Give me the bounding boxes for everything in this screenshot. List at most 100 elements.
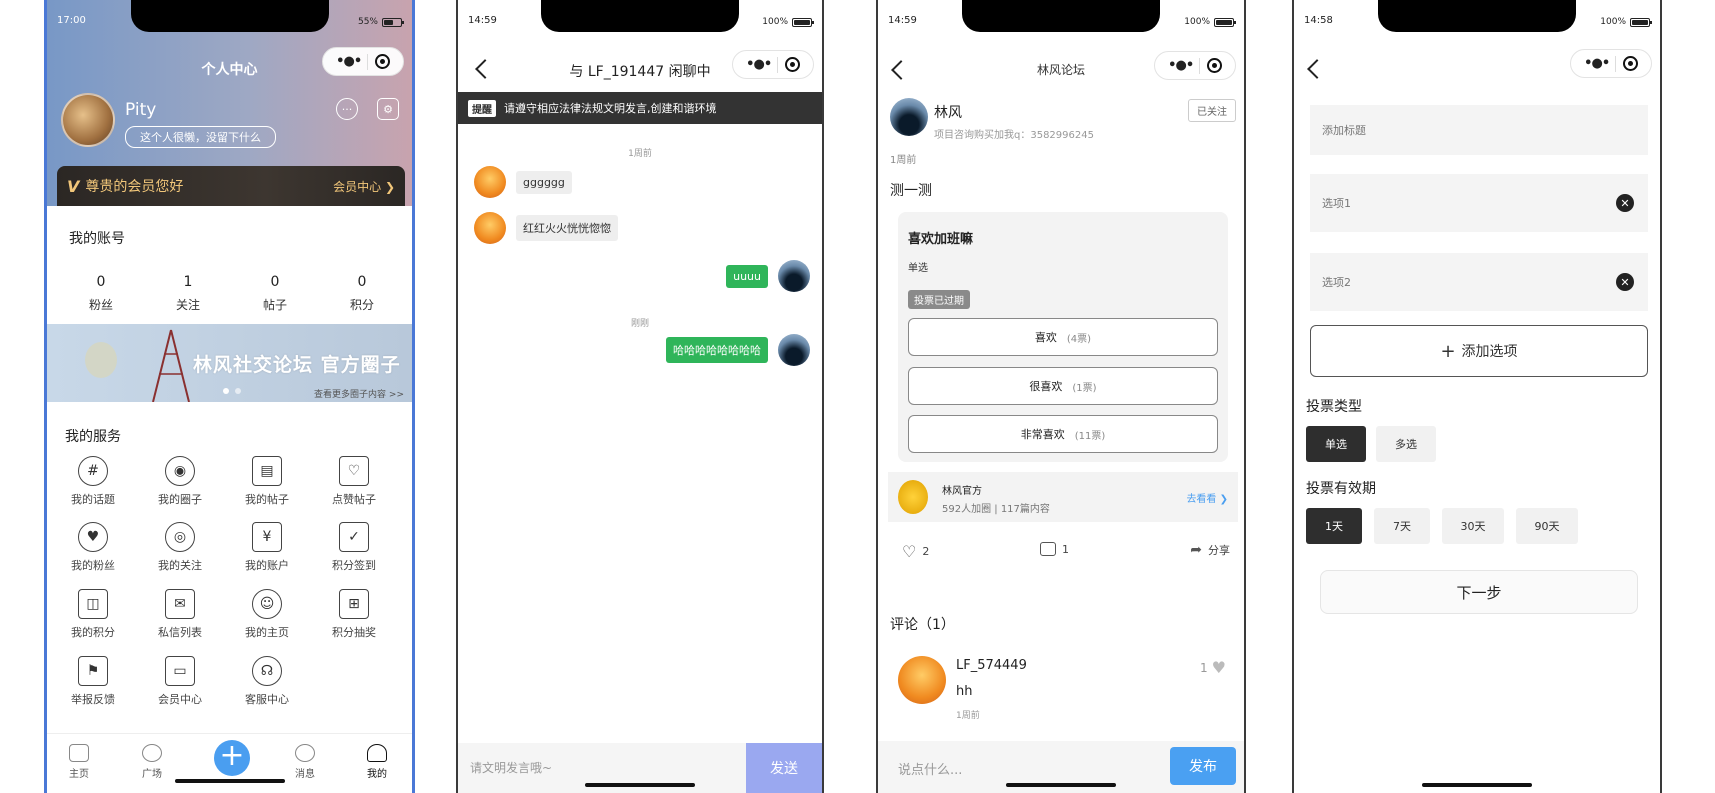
stat-points[interactable]: 0 积分 [332,274,392,313]
settings-icon[interactable]: ⚙ [377,98,399,120]
service-my-homepage[interactable]: ☺ 我的主页 [225,589,309,640]
duration-7-days[interactable]: 7天 [1374,508,1430,544]
vote-option[interactable]: 很喜欢 (1票) [908,367,1218,405]
message-bubble[interactable]: gggggg [516,170,572,194]
post-heading: 测一测 [890,183,932,199]
service-private-messages[interactable]: ✉ 私信列表 [138,589,222,640]
stat-fans[interactable]: 0 粉丝 [71,274,131,313]
tab-home[interactable]: 主页 [49,744,109,780]
battery-status: 100% [1184,17,1236,27]
author-name[interactable]: 林风 [934,102,962,122]
mini-program-capsule[interactable]: •●• [1154,51,1236,80]
duration-90-days[interactable]: 90天 [1516,508,1578,544]
message-bubble[interactable]: 红红火火恍恍惚惚 [516,215,618,241]
tab-messages[interactable]: 消息 [275,744,335,780]
send-button[interactable]: 发送 [746,743,822,793]
close-program-icon[interactable] [1206,58,1222,73]
vote-type-single[interactable]: 单选 [1306,426,1366,462]
comment-input[interactable]: 说点什么... [898,759,962,778]
message-bubble[interactable]: uuuu [726,264,768,288]
services-title: 我的服务 [65,429,121,445]
stat-following[interactable]: 1 关注 [158,274,218,313]
service-my-account[interactable]: ¥ 我的账户 [225,522,309,573]
duration-30-days[interactable]: 30天 [1442,508,1504,544]
close-program-icon[interactable] [1622,56,1638,71]
avatar[interactable] [474,166,506,198]
mini-program-capsule[interactable]: •●• [732,50,814,79]
vote-type-multiple[interactable]: 多选 [1376,426,1436,462]
vip-center-link[interactable]: 会员中心 ❯ [333,178,395,195]
post-time: 1周前 [890,155,917,166]
comment-icon [1040,542,1056,556]
service-my-following[interactable]: ◎ 我的关注 [138,522,222,573]
more-icon[interactable]: •●• [1168,58,1194,73]
service-customer-support[interactable]: ☊ 客服中心 [225,656,309,707]
next-step-button[interactable]: 下一步 [1320,570,1638,614]
close-program-icon[interactable] [374,54,390,69]
hashtag-icon: # [78,456,108,486]
circle-icon: ◉ [165,456,195,486]
more-icon[interactable]: •●• [336,54,362,69]
avatar[interactable] [778,334,810,366]
carousel-dots[interactable] [223,388,241,394]
vote-option-input[interactable]: 选项2 ✕ [1310,253,1648,311]
author-avatar[interactable] [890,98,928,136]
message-time: 刚刚 [630,319,649,329]
service-liked-posts[interactable]: ♡ 点赞帖子 [312,456,396,507]
circle-banner[interactable]: 林风社交论坛 官方圈子 查看更多圈子内容 >> [47,324,412,402]
avatar[interactable] [61,93,115,147]
service-my-points[interactable]: ◫ 我的积分 [51,589,135,640]
vote-validity-title: 投票有效期 [1306,481,1376,497]
circle-card[interactable]: 林风官方 592人加圈 | 117篇内容 去看看 ❯ [888,472,1238,522]
publish-button[interactable]: 发布 [1170,747,1236,785]
service-check-in[interactable]: ✓ 积分签到 [312,522,396,573]
share-button[interactable]: ➦ 分享 [1190,542,1230,558]
back-icon[interactable] [1307,59,1327,79]
mini-program-capsule[interactable]: •●• [1570,49,1652,78]
service-my-circles[interactable]: ◉ 我的圈子 [138,456,222,507]
vip-bar[interactable]: V 尊贵的会员您好 会员中心 ❯ [57,166,405,206]
more-icon[interactable]: •●• [746,57,772,72]
like-button[interactable]: ♡ 2 [902,542,929,561]
vote-title-input[interactable]: 添加标题 [1310,105,1648,155]
vote-type-title: 投票类型 [1306,399,1362,415]
more-icon[interactable]: •●• [1584,56,1610,71]
service-my-topics[interactable]: # 我的话题 [51,456,135,507]
duration-1-day[interactable]: 1天 [1306,508,1362,544]
mini-program-capsule[interactable]: •●• [322,47,404,76]
service-lottery[interactable]: ⊞ 积分抽奖 [312,589,396,640]
comment-like-button[interactable]: 1 ♥ [1200,658,1226,677]
vote-option[interactable]: 喜欢 (4票) [908,318,1218,356]
tab-mine[interactable]: 我的 [347,744,407,780]
message-input[interactable]: 请文明发言哦~ [470,759,552,776]
motto-badge[interactable]: 这个人很懒，没留下什么 [125,126,276,148]
clear-icon[interactable]: ✕ [1616,273,1634,291]
home-indicator [174,779,285,783]
avatar[interactable] [474,212,506,244]
service-my-posts[interactable]: ▤ 我的帖子 [225,456,309,507]
follow-button[interactable]: 已关注 [1188,99,1236,122]
comment-button[interactable]: 1 [1040,542,1069,556]
comment-username[interactable]: LF_574449 [956,658,1027,673]
add-option-button[interactable]: + 添加选项 [1310,325,1648,377]
account-title: 我的账号 [69,231,125,247]
message-bubble[interactable]: 哈哈哈哈哈哈哈哈 [666,337,768,363]
clear-icon[interactable]: ✕ [1616,194,1634,212]
message-icon[interactable]: ··· [336,98,358,120]
create-post-button[interactable]: + [214,740,250,776]
stat-posts[interactable]: 0 帖子 [245,274,305,313]
avatar[interactable] [778,260,810,292]
service-report[interactable]: ⚑ 举报反馈 [51,656,135,707]
close-program-icon[interactable] [784,57,800,72]
service-my-fans[interactable]: ♥ 我的粉丝 [51,522,135,573]
service-vip-center[interactable]: ▭ 会员中心 [138,656,222,707]
heart-icon: ♡ [902,542,917,561]
home-indicator [1006,783,1116,787]
comment-avatar[interactable] [898,656,946,704]
vote-option[interactable]: 非常喜欢 (11票) [908,415,1218,453]
tab-square[interactable]: 广场 [122,744,182,780]
message-time: 1周前 [628,149,652,159]
post-actions: ♡ 2 1 ➦ 分享 [878,542,1244,562]
view-circle-link[interactable]: 去看看 ❯ [1186,490,1228,505]
vote-option-input[interactable]: 选项1 ✕ [1310,174,1648,232]
